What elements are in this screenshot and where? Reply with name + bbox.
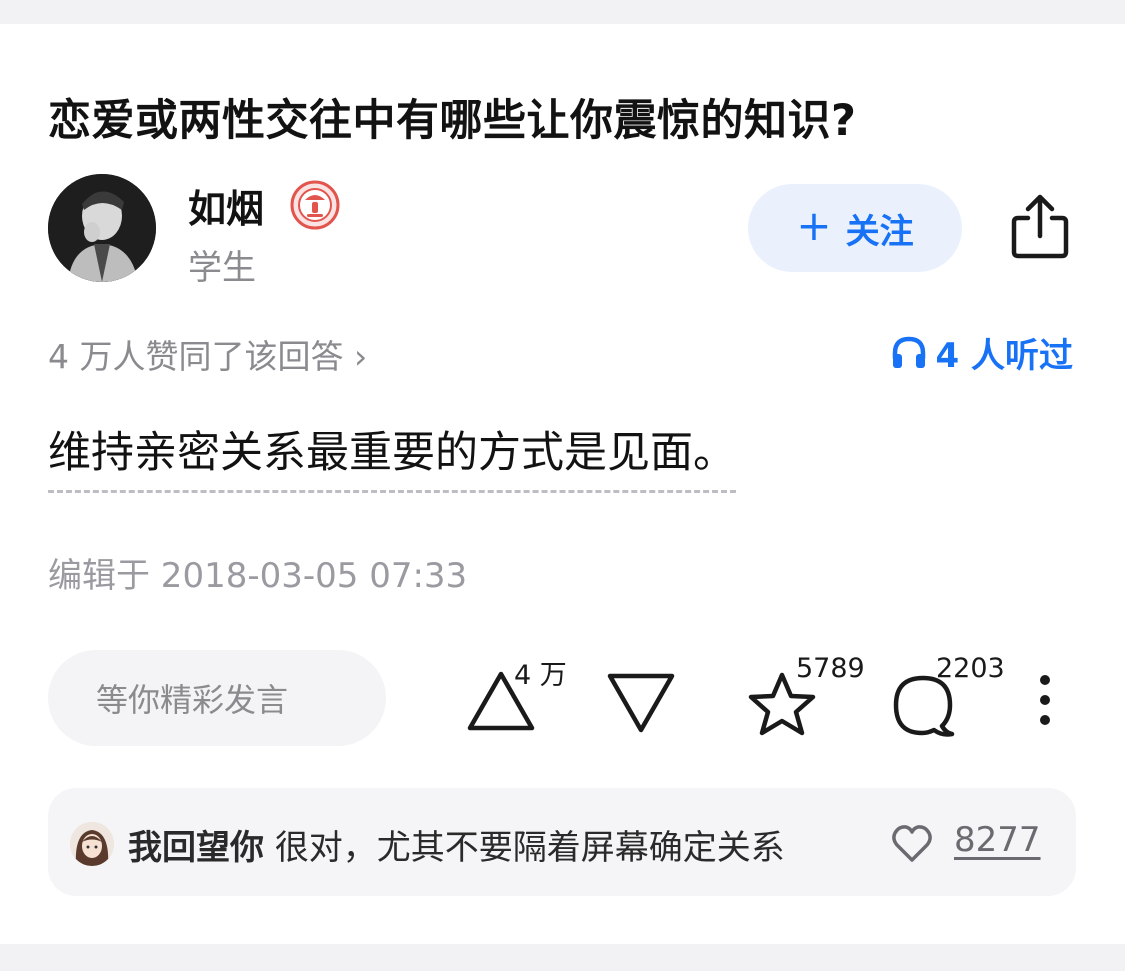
top-separator	[0, 0, 1125, 24]
more-vertical-icon	[1040, 675, 1050, 725]
listened-text: 4 人听过	[935, 336, 1074, 376]
upvote-summary-link[interactable]: 4 万人赞同了该回答 ›	[48, 330, 367, 378]
commenter-avatar[interactable]	[70, 822, 114, 866]
user-portrait-icon	[48, 174, 156, 282]
commenter-name[interactable]: 我回望你	[128, 828, 264, 868]
hot-comment-card[interactable]: 我回望你 很对，尤其不要隔着屏幕确定关系 8277	[48, 788, 1076, 896]
commenter-portrait-icon	[70, 822, 114, 866]
heart-icon	[892, 825, 932, 862]
comment-count: 2203	[936, 653, 1005, 684]
follow-label: 关注	[845, 211, 914, 252]
favorite-count: 5789	[796, 653, 865, 684]
hot-comment-text: 我回望你 很对，尤其不要隔着屏幕确定关系	[128, 820, 918, 869]
listened-link[interactable]: 4 人听过	[890, 328, 1074, 377]
downvote-button[interactable]	[606, 670, 676, 736]
comment-like-button[interactable]	[890, 822, 934, 866]
comment-input[interactable]: 等你精彩发言	[48, 650, 386, 746]
answer-text[interactable]: 维持亲密关系最重要的方式是见面。	[48, 418, 736, 493]
share-button[interactable]	[1008, 192, 1072, 260]
author-name[interactable]: 如烟	[188, 178, 264, 233]
headphones-icon	[892, 336, 925, 368]
upvote-count: 4 万	[514, 660, 567, 691]
microphone-badge-icon	[290, 180, 340, 230]
downvote-triangle-icon	[607, 673, 675, 733]
comment-like-count: 8277	[954, 820, 1041, 860]
hot-comment-body: 很对，尤其不要隔着屏幕确定关系	[274, 828, 785, 868]
edited-timestamp: 编辑于 2018-03-05 07:33	[48, 556, 468, 596]
author-badge	[290, 180, 340, 230]
more-button[interactable]	[1030, 670, 1060, 730]
share-icon	[1011, 194, 1069, 259]
question-title[interactable]: 恋爱或两性交往中有哪些让你震惊的知识?	[48, 86, 856, 148]
bottom-separator	[0, 944, 1125, 971]
author-avatar[interactable]	[48, 174, 156, 282]
follow-button[interactable]: + 关注	[748, 184, 962, 272]
plus-icon: +	[796, 201, 832, 250]
author-bio: 学生	[188, 248, 256, 288]
